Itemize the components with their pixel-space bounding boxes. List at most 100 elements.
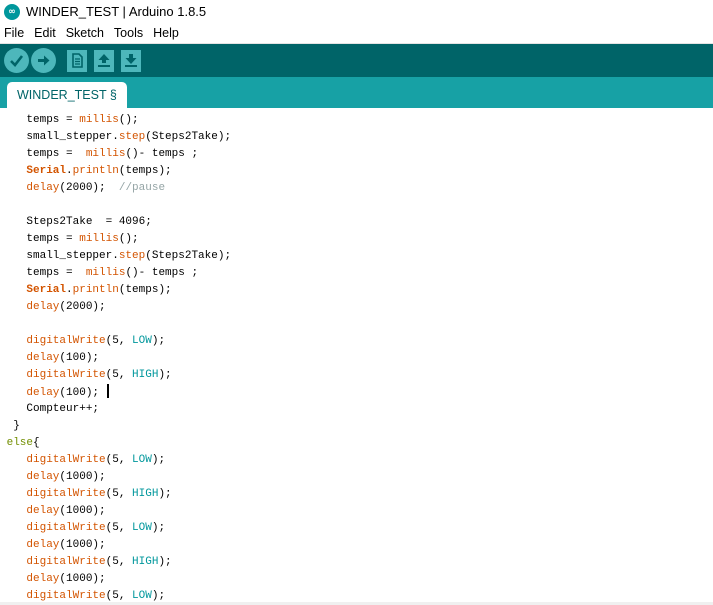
code-token: ); [151, 335, 166, 347]
menu-bar: File Edit Sketch Tools Help [0, 23, 713, 44]
code-token: (5, [105, 369, 133, 381]
code-token: digitalWrite [26, 369, 106, 381]
code-token: LOW [132, 335, 152, 347]
code-token: delay [26, 573, 60, 585]
code-token: small_stepper. [0, 131, 119, 143]
code-token: (1000); [59, 505, 106, 517]
code-token: HIGH [132, 488, 159, 500]
code-line[interactable]: delay(2000); [0, 299, 231, 316]
code-token: delay [26, 182, 60, 194]
code-token: (5, [105, 556, 133, 568]
menu-sketch[interactable]: Sketch [61, 23, 109, 43]
code-token: temps = [0, 148, 86, 160]
code-token: digitalWrite [26, 590, 106, 602]
code-line[interactable]: } [0, 418, 231, 435]
code-line[interactable]: Steps2Take = 4096; [0, 214, 231, 231]
code-token: . [66, 284, 73, 296]
save-button[interactable] [121, 49, 141, 72]
code-line[interactable]: delay(1000); [0, 537, 231, 554]
code-token: } [0, 420, 20, 432]
code-token: (100); [59, 352, 100, 364]
code-token: step [118, 250, 146, 262]
code-token: delay [26, 539, 60, 551]
code-token: digitalWrite [26, 522, 106, 534]
code-line[interactable]: delay(1000); [0, 571, 231, 588]
code-line[interactable] [0, 197, 231, 214]
code-line[interactable]: digitalWrite(5, HIGH); [0, 486, 231, 503]
code-token: (2000); [59, 301, 106, 313]
code-line[interactable]: digitalWrite(5, LOW); [0, 520, 231, 537]
code-line[interactable]: temps = millis(); [0, 231, 231, 248]
code-text[interactable]: temps = millis(); small_stepper.step(Ste… [0, 112, 231, 605]
upload-button[interactable] [31, 48, 56, 73]
code-line[interactable]: Serial.println(temps); [0, 282, 231, 299]
code-token: LOW [132, 454, 152, 466]
code-line[interactable]: delay(1000); [0, 503, 231, 520]
code-token: digitalWrite [26, 488, 106, 500]
code-line[interactable]: digitalWrite(5, LOW); [0, 452, 231, 469]
code-line[interactable]: Serial.println(temps); [0, 163, 231, 180]
menu-help[interactable]: Help [148, 23, 184, 43]
code-token: (100); [59, 387, 106, 399]
upload-arrow-icon [38, 55, 50, 66]
code-line[interactable]: small_stepper.step(Steps2Take); [0, 248, 231, 265]
open-arrow-up-icon [98, 54, 110, 67]
code-token: HIGH [132, 369, 159, 381]
code-token: ); [151, 522, 166, 534]
code-line[interactable]: digitalWrite(5, HIGH); [0, 367, 231, 384]
code-line[interactable]: digitalWrite(5, LOW); [0, 333, 231, 350]
code-line[interactable]: temps = millis()- temps ; [0, 265, 231, 282]
code-token: ); [151, 590, 166, 602]
title-bar: ∞ WINDER_TEST | Arduino 1.8.5 [0, 0, 713, 23]
tab-winder-test[interactable]: WINDER_TEST § [7, 82, 127, 108]
save-arrow-down-icon [125, 54, 137, 67]
window-title: WINDER_TEST | Arduino 1.8.5 [26, 4, 207, 19]
menu-file[interactable]: File [0, 23, 29, 43]
code-line[interactable]: temps = millis(); [0, 112, 231, 129]
code-token: millis [79, 233, 119, 245]
new-button[interactable] [67, 49, 87, 72]
code-line[interactable]: temps = millis()- temps ; [0, 146, 231, 163]
code-token: delay [26, 301, 60, 313]
code-line[interactable]: else{ [0, 435, 231, 452]
code-line[interactable]: small_stepper.step(Steps2Take); [0, 129, 231, 146]
open-button[interactable] [94, 49, 114, 72]
menu-edit[interactable]: Edit [29, 23, 61, 43]
code-token: (5, [105, 454, 133, 466]
code-token: millis [85, 267, 126, 279]
code-token: ); [158, 369, 172, 381]
code-line[interactable] [0, 316, 231, 333]
code-token: //pause [118, 182, 166, 194]
code-line[interactable]: delay(100); [0, 350, 231, 367]
code-line[interactable]: Compteur++; [0, 401, 231, 418]
code-token: delay [26, 471, 60, 483]
code-line[interactable]: delay(2000); //pause [0, 180, 231, 197]
code-token: digitalWrite [26, 335, 106, 347]
code-token: Compteur++; [0, 403, 100, 415]
code-token: ); [151, 454, 166, 466]
code-line[interactable]: delay(100); [0, 384, 231, 401]
verify-button[interactable] [4, 48, 29, 73]
text-caret [106, 384, 109, 398]
code-token: (5, [105, 522, 133, 534]
code-editor[interactable]: temps = millis(); small_stepper.step(Ste… [0, 108, 713, 605]
menu-tools[interactable]: Tools [109, 23, 148, 43]
code-token: (5, [105, 335, 133, 347]
code-token: (Steps2Take); [145, 250, 232, 262]
code-token: ()- temps ; [125, 148, 199, 160]
code-token: (1000); [59, 539, 106, 551]
code-line[interactable]: digitalWrite(5, HIGH); [0, 554, 231, 571]
code-line[interactable]: delay(1000); [0, 469, 231, 486]
code-token: delay [26, 352, 60, 364]
